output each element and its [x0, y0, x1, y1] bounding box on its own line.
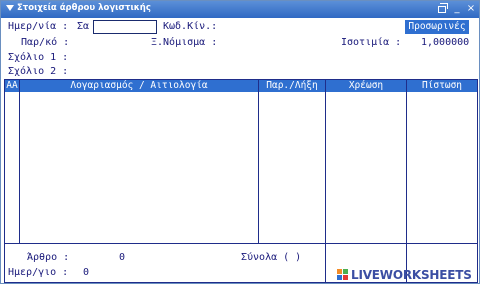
title-bar: Στοιχεία άρθρου λογιστικής _ ×: [1, 1, 479, 18]
date-label: Ημερ/νία :: [8, 21, 69, 32]
movement-code-label: Κωδ.Κίν.:: [163, 21, 218, 32]
column-divider: [19, 80, 20, 243]
daybook-value: 0: [83, 267, 90, 278]
totals-label: Σύνολα ( ): [241, 252, 302, 263]
watermark: LIVEWORKSHEETS: [337, 267, 472, 283]
column-divider: [325, 80, 326, 282]
date-value: Σα: [77, 21, 90, 32]
column-divider: [258, 80, 259, 243]
collapse-arrow-icon[interactable]: [6, 5, 14, 11]
daybook-label: Ημερ/γιο :: [8, 267, 69, 278]
window-title: Στοιχεία άρθρου λογιστικής: [17, 3, 151, 13]
column-header-due-date[interactable]: Παρ./Λήξη: [259, 80, 325, 92]
exchange-rate-value: 1,000000: [421, 37, 470, 48]
column-header-aa[interactable]: AA: [5, 80, 19, 92]
close-button[interactable]: ×: [464, 2, 478, 16]
watermark-text: LIVEWORKSHEETS: [351, 268, 472, 282]
journal-entry-window: Στοιχεία άρθρου λογιστικής _ × Ημερ/νία …: [0, 0, 480, 284]
status-badge: Προσωρινές: [405, 20, 469, 34]
foreign-currency-label: Ξ.Νόμισμα :: [151, 37, 218, 48]
totals-divider: [5, 243, 477, 244]
document-label: Παρ/κό :: [21, 37, 70, 48]
restore-icon: [438, 3, 448, 13]
article-label: Άρθρο :: [27, 252, 70, 263]
column-header-debit[interactable]: Χρέωση: [326, 80, 406, 92]
restore-button[interactable]: [435, 2, 449, 16]
comment-2-label: Σχόλιο 2 :: [8, 66, 69, 77]
column-header-account[interactable]: Λογαριασμός / Αιτιολογία: [20, 80, 258, 92]
column-header-credit[interactable]: Πίστωση: [407, 80, 477, 92]
column-divider: [406, 80, 407, 282]
minimize-button[interactable]: _: [450, 2, 464, 16]
exchange-rate-label: Ισοτιμία :: [341, 37, 402, 48]
date-input[interactable]: [93, 20, 157, 34]
comment-1-label: Σχόλιο 1 :: [8, 52, 69, 63]
article-value: 0: [119, 252, 126, 263]
liveworksheets-logo-icon: [337, 269, 349, 281]
